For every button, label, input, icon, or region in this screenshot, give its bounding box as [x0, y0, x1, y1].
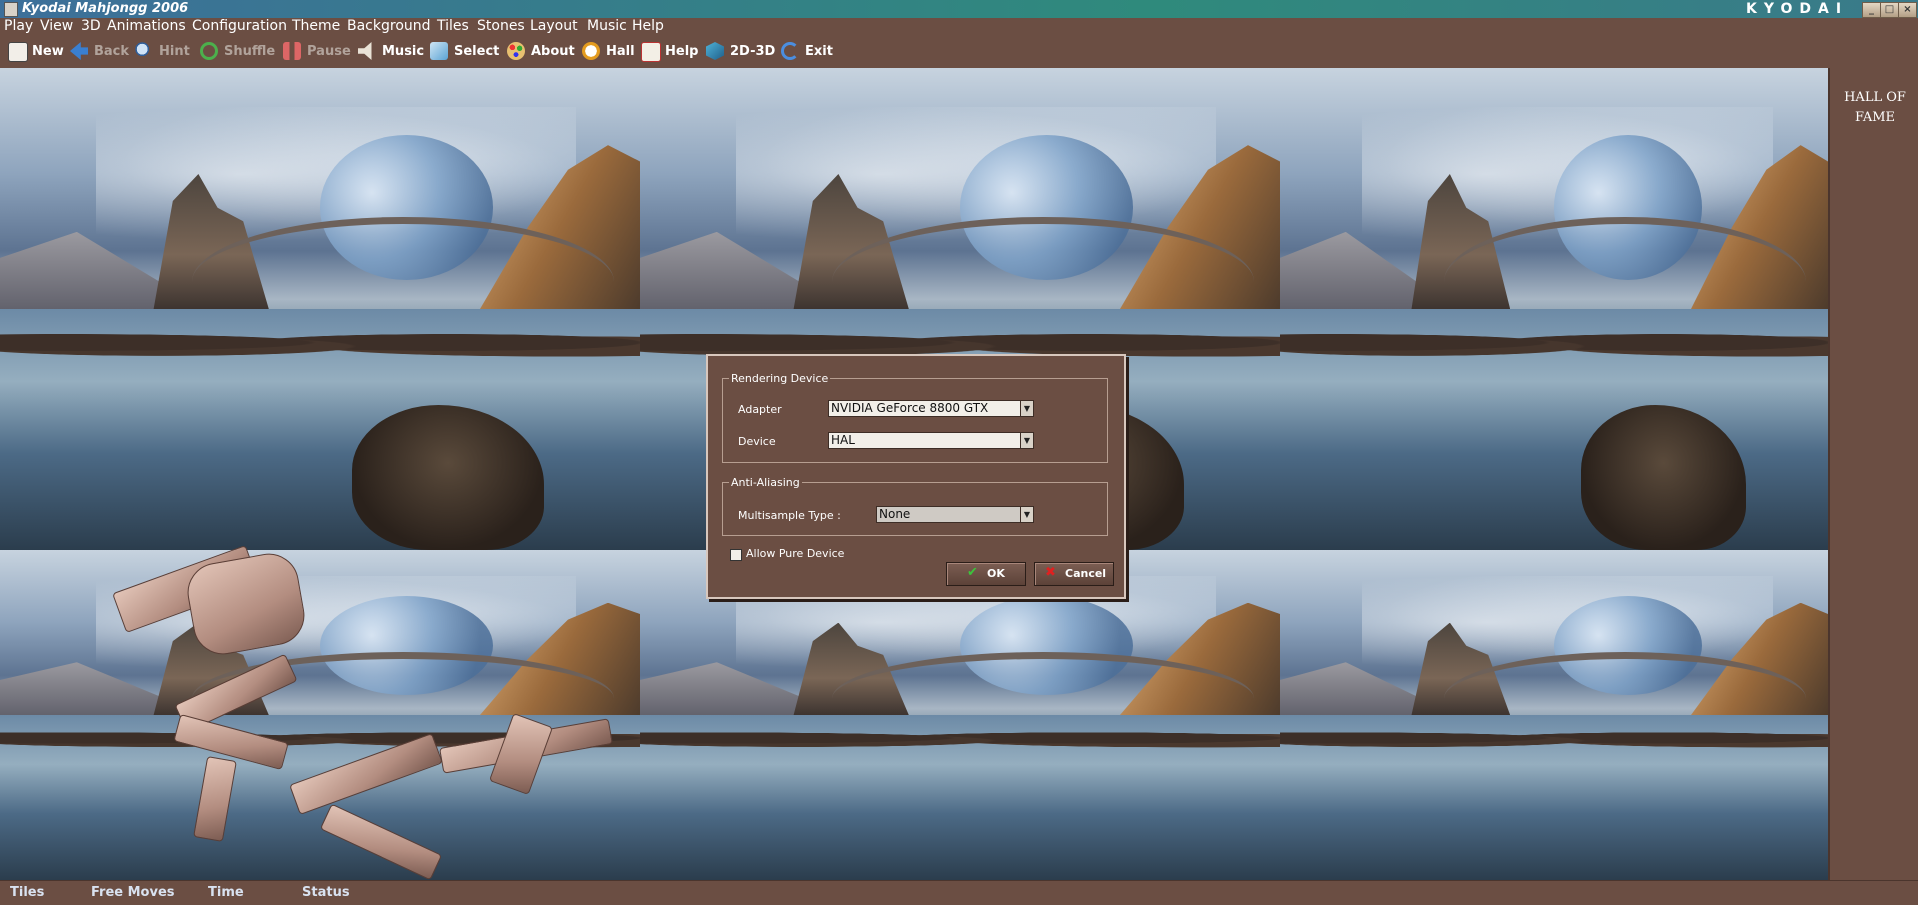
- menu-background[interactable]: Background: [347, 18, 431, 34]
- menu-music[interactable]: Music: [587, 18, 627, 34]
- background-tile: [1280, 68, 1828, 550]
- tiles-status: Tiles: [10, 885, 45, 900]
- menu-configuration[interactable]: Configuration: [192, 18, 287, 34]
- multisample-type-select[interactable]: None ▼: [876, 506, 1034, 523]
- menu-3d[interactable]: 3D: [81, 18, 101, 34]
- chevron-down-icon[interactable]: ▼: [1020, 433, 1033, 448]
- exit-icon: [781, 42, 799, 60]
- new-label: New: [32, 44, 64, 59]
- pause-icon: [283, 42, 301, 60]
- device-select[interactable]: HAL ▼: [828, 432, 1034, 449]
- chevron-down-icon[interactable]: ▼: [1020, 507, 1033, 522]
- allow-pure-device-checkbox[interactable]: [730, 549, 742, 561]
- dice-icon: [8, 42, 28, 62]
- time-status: Time: [208, 885, 244, 900]
- toolbar: New Back Hint Shuffle Pause Music Select…: [0, 35, 1918, 69]
- rendering-settings-dialog: Rendering Device Adapter NVIDIA GeForce …: [706, 354, 1126, 599]
- select-icon: [430, 42, 448, 60]
- magnifier-icon: [135, 42, 153, 60]
- music-label: Music: [382, 44, 425, 59]
- book-icon: [641, 42, 661, 62]
- menu-animations[interactable]: Animations: [107, 18, 186, 34]
- exit-label: Exit: [805, 44, 833, 59]
- menu-play[interactable]: Play: [4, 18, 33, 34]
- menu-theme[interactable]: Theme: [292, 18, 340, 34]
- ok-button[interactable]: ✔ OK: [946, 562, 1026, 586]
- shuffle-icon: [200, 42, 218, 60]
- cancel-button[interactable]: ✖ Cancel: [1034, 562, 1114, 586]
- palette-icon: [507, 42, 525, 60]
- brand-logo: KYODAI: [1746, 1, 1849, 17]
- menu-layout[interactable]: Layout: [530, 18, 578, 34]
- menu-help[interactable]: Help: [632, 18, 664, 34]
- rendering-device-group: Rendering Device: [722, 372, 1108, 463]
- chevron-down-icon[interactable]: ▼: [1020, 401, 1033, 416]
- window-title: Kyodai Mahjongg 2006: [22, 1, 189, 16]
- menu-stones[interactable]: Stones: [477, 18, 525, 34]
- help-label: Help: [665, 44, 699, 59]
- menu-bar: Play View 3D Animations Configuration Th…: [0, 18, 1918, 34]
- select-label: Select: [454, 44, 500, 59]
- background-tile: [640, 550, 1280, 880]
- app-icon: [4, 2, 18, 17]
- hall-of-fame-panel: HALL OF FAME: [1828, 68, 1918, 880]
- device-label: Device: [738, 435, 776, 448]
- menu-tiles[interactable]: Tiles: [437, 18, 469, 34]
- pause-label: Pause: [307, 44, 351, 59]
- game-status: Status: [302, 885, 350, 900]
- allow-pure-device-label: Allow Pure Device: [746, 547, 845, 560]
- back-arrow-icon: [70, 42, 88, 60]
- rendering-device-legend: Rendering Device: [731, 372, 829, 385]
- background-tile: [1280, 550, 1828, 880]
- background-tile: [0, 550, 640, 880]
- close-button[interactable]: ×: [1898, 2, 1917, 18]
- cube-icon: [706, 42, 724, 60]
- maximize-button[interactable]: □: [1880, 2, 1899, 18]
- hall-label: Hall: [606, 44, 635, 59]
- hall-of-fame-title: HALL OF FAME: [1844, 90, 1906, 125]
- title-bar: Kyodai Mahjongg 2006 KYODAI _ □ ×: [0, 0, 1918, 18]
- back-label: Back: [94, 44, 130, 59]
- multisample-type-label: Multisample Type :: [738, 509, 841, 522]
- anti-aliasing-legend: Anti-Aliasing: [731, 476, 800, 489]
- menu-view[interactable]: View: [40, 18, 73, 34]
- adapter-label: Adapter: [738, 403, 782, 416]
- free-moves-status: Free Moves: [91, 885, 175, 900]
- close-icon: ✖: [1045, 565, 1056, 580]
- speaker-icon: [358, 42, 372, 60]
- minimize-button[interactable]: _: [1862, 2, 1881, 18]
- about-label: About: [531, 44, 575, 59]
- adapter-select[interactable]: NVIDIA GeForce 8800 GTX ▼: [828, 400, 1034, 417]
- background-tile: [0, 68, 640, 550]
- check-icon: ✔: [967, 565, 978, 580]
- status-bar: Tiles Free Moves Time Status: [0, 880, 1918, 905]
- clock-icon: [582, 42, 600, 60]
- shuffle-label: Shuffle: [224, 44, 276, 59]
- 2d-3d-label: 2D-3D: [730, 44, 776, 59]
- hint-label: Hint: [159, 44, 190, 59]
